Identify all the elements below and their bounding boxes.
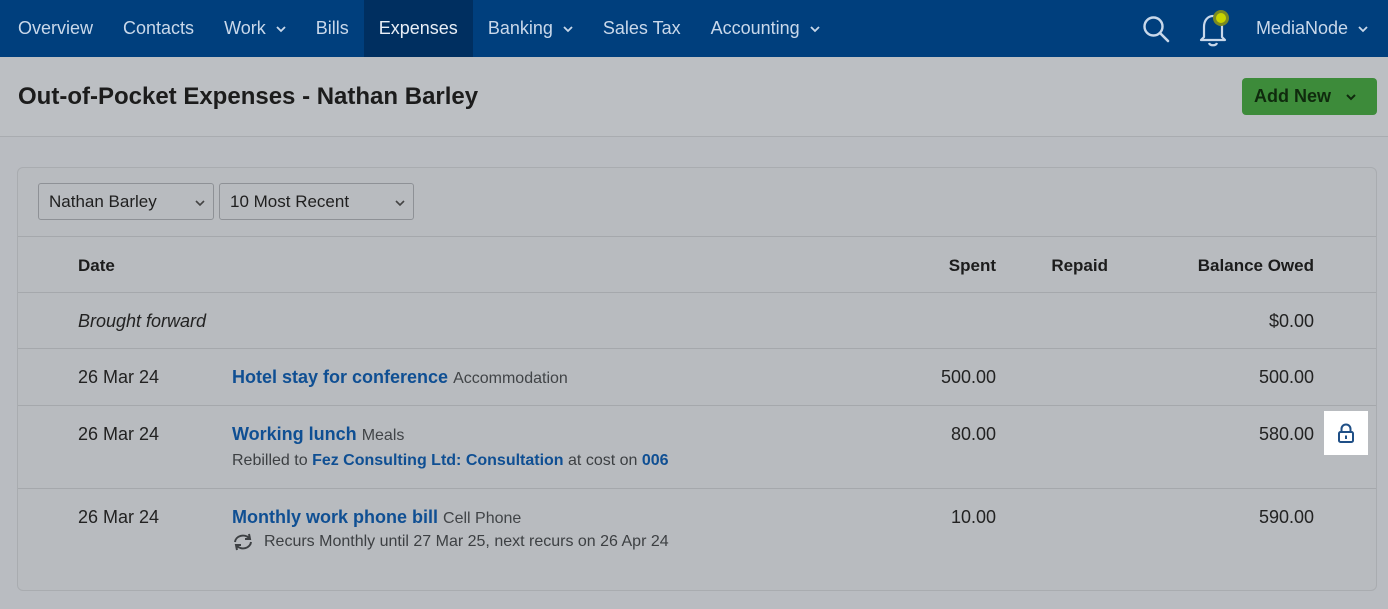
row-balance: 580.00: [1148, 424, 1314, 445]
nav-bills-label: Bills: [316, 18, 349, 39]
nav-overview[interactable]: Overview: [0, 0, 108, 57]
chevron-down-icon: [395, 198, 405, 208]
bell-icon: [1196, 9, 1232, 49]
divider: [18, 236, 1376, 237]
chevron-down-icon: [1358, 24, 1368, 34]
nav-accounting[interactable]: Accounting: [696, 0, 835, 57]
notification-dot: [1216, 13, 1226, 23]
rebill-middle: at cost on: [568, 452, 637, 469]
expenses-card: Nathan Barley 10 Most Recent Date Spent …: [17, 167, 1377, 591]
user-select[interactable]: Nathan Barley: [38, 183, 214, 220]
lock-icon: [1337, 423, 1355, 443]
chevron-down-icon: [810, 24, 820, 34]
nav-contacts-label: Contacts: [123, 18, 194, 39]
notifications-button[interactable]: [1194, 9, 1234, 49]
expense-link[interactable]: Monthly work phone bill: [232, 507, 438, 527]
nav-right-group: MediaNode: [1136, 0, 1388, 57]
rebill-invoice-link[interactable]: 006: [642, 452, 669, 469]
divider: [18, 488, 1376, 489]
page-title: Out-of-Pocket Expenses - Nathan Barley: [18, 83, 478, 111]
row-spent: 500.00: [896, 367, 996, 388]
add-new-button[interactable]: Add New: [1242, 78, 1377, 115]
column-header-spent[interactable]: Spent: [896, 256, 996, 276]
nav-accounting-label: Accounting: [711, 18, 800, 39]
expense-category: Accommodation: [453, 370, 568, 387]
recurring-icon: [232, 533, 254, 551]
brought-forward-balance: $0.00: [1148, 311, 1314, 332]
range-select[interactable]: 10 Most Recent: [219, 183, 414, 220]
expense-category: Meals: [362, 427, 405, 444]
user-menu-label: MediaNode: [1256, 18, 1348, 39]
brought-forward-label: Brought forward: [78, 311, 206, 332]
nav-expenses[interactable]: Expenses: [364, 0, 473, 57]
row-spent: 10.00: [896, 507, 996, 528]
divider: [18, 292, 1376, 293]
chevron-down-icon: [195, 198, 205, 208]
divider: [18, 405, 1376, 406]
nav-expenses-label: Expenses: [379, 18, 458, 39]
nav-bills[interactable]: Bills: [301, 0, 364, 57]
row-balance: 590.00: [1148, 507, 1314, 528]
rebill-prefix: Rebilled to: [232, 452, 308, 469]
lock-button[interactable]: [1324, 411, 1368, 455]
page-header: Out-of-Pocket Expenses - Nathan Barley A…: [0, 57, 1388, 137]
column-header-repaid[interactable]: Repaid: [1008, 256, 1108, 276]
nav-contacts[interactable]: Contacts: [108, 0, 209, 57]
nav-banking[interactable]: Banking: [473, 0, 588, 57]
row-date: 26 Mar 24: [78, 367, 159, 388]
chevron-down-icon: [563, 24, 573, 34]
chevron-down-icon: [1345, 91, 1357, 103]
column-header-date[interactable]: Date: [78, 256, 115, 276]
nav-work[interactable]: Work: [209, 0, 301, 57]
add-new-label: Add New: [1254, 86, 1331, 107]
nav-banking-label: Banking: [488, 18, 553, 39]
rebill-info: Rebilled to Fez Consulting Ltd: Consulta…: [232, 452, 669, 470]
row-date: 26 Mar 24: [78, 424, 159, 445]
user-select-value: Nathan Barley: [49, 192, 157, 212]
rebill-client-link[interactable]: Fez Consulting Ltd: Consultation: [312, 452, 564, 469]
range-select-value: 10 Most Recent: [230, 192, 349, 212]
row-balance: 500.00: [1148, 367, 1314, 388]
search-icon: [1141, 14, 1171, 44]
recurring-info: Recurs Monthly until 27 Mar 25, next rec…: [232, 533, 669, 551]
expense-link[interactable]: Working lunch: [232, 424, 357, 444]
nav-sales-tax[interactable]: Sales Tax: [588, 0, 696, 57]
divider: [18, 348, 1376, 349]
column-header-balance[interactable]: Balance Owed: [1148, 256, 1314, 276]
expense-category: Cell Phone: [443, 510, 521, 527]
nav-overview-label: Overview: [18, 18, 93, 39]
search-button[interactable]: [1136, 9, 1176, 49]
expense-link[interactable]: Hotel stay for conference: [232, 367, 448, 387]
filters: Nathan Barley 10 Most Recent: [38, 183, 414, 220]
recurring-text: Recurs Monthly until 27 Mar 25, next rec…: [264, 533, 669, 550]
chevron-down-icon: [276, 24, 286, 34]
row-spent: 80.00: [896, 424, 996, 445]
user-menu[interactable]: MediaNode: [1256, 18, 1388, 39]
top-nav: Overview Contacts Work Bills Expenses Ba…: [0, 0, 1388, 57]
row-date: 26 Mar 24: [78, 507, 159, 528]
nav-work-label: Work: [224, 18, 266, 39]
nav-sales-tax-label: Sales Tax: [603, 18, 681, 39]
